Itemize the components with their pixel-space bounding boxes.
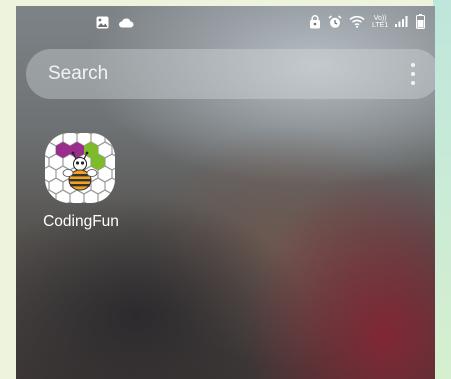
search-bar[interactable]: Search	[26, 49, 435, 99]
more-vertical-icon[interactable]	[410, 63, 416, 85]
wifi-icon	[349, 15, 365, 28]
background-edge	[433, 0, 451, 379]
hex-cell	[111, 189, 115, 203]
hex-cell	[45, 201, 50, 203]
status-bar: Vo)) LTE1	[16, 6, 435, 42]
volte-top-label: Vo))	[373, 14, 387, 22]
lock-icon	[309, 14, 321, 29]
alarm-icon	[328, 14, 342, 29]
home-screen: Vo)) LTE1 Search CodingFun	[16, 6, 435, 379]
app-icon-codingfun[interactable]: CodingFun	[39, 133, 123, 235]
status-left	[96, 16, 134, 29]
volte-lte-icon: Vo)) LTE1	[372, 15, 388, 29]
hex-cell	[45, 133, 50, 147]
signal-icon	[395, 15, 409, 28]
coding-fun-bee-hexagon-icon[interactable]	[45, 133, 115, 203]
battery-icon	[416, 14, 426, 29]
hex-cell	[104, 201, 115, 203]
app-label: CodingFun	[43, 213, 119, 230]
status-right: Vo)) LTE1	[309, 14, 426, 29]
cloud-icon	[118, 17, 134, 28]
volte-bottom-label: LTE1	[372, 21, 389, 29]
hex-cell	[48, 201, 64, 203]
gallery-icon	[96, 16, 109, 29]
search-input[interactable]: Search	[48, 63, 108, 85]
